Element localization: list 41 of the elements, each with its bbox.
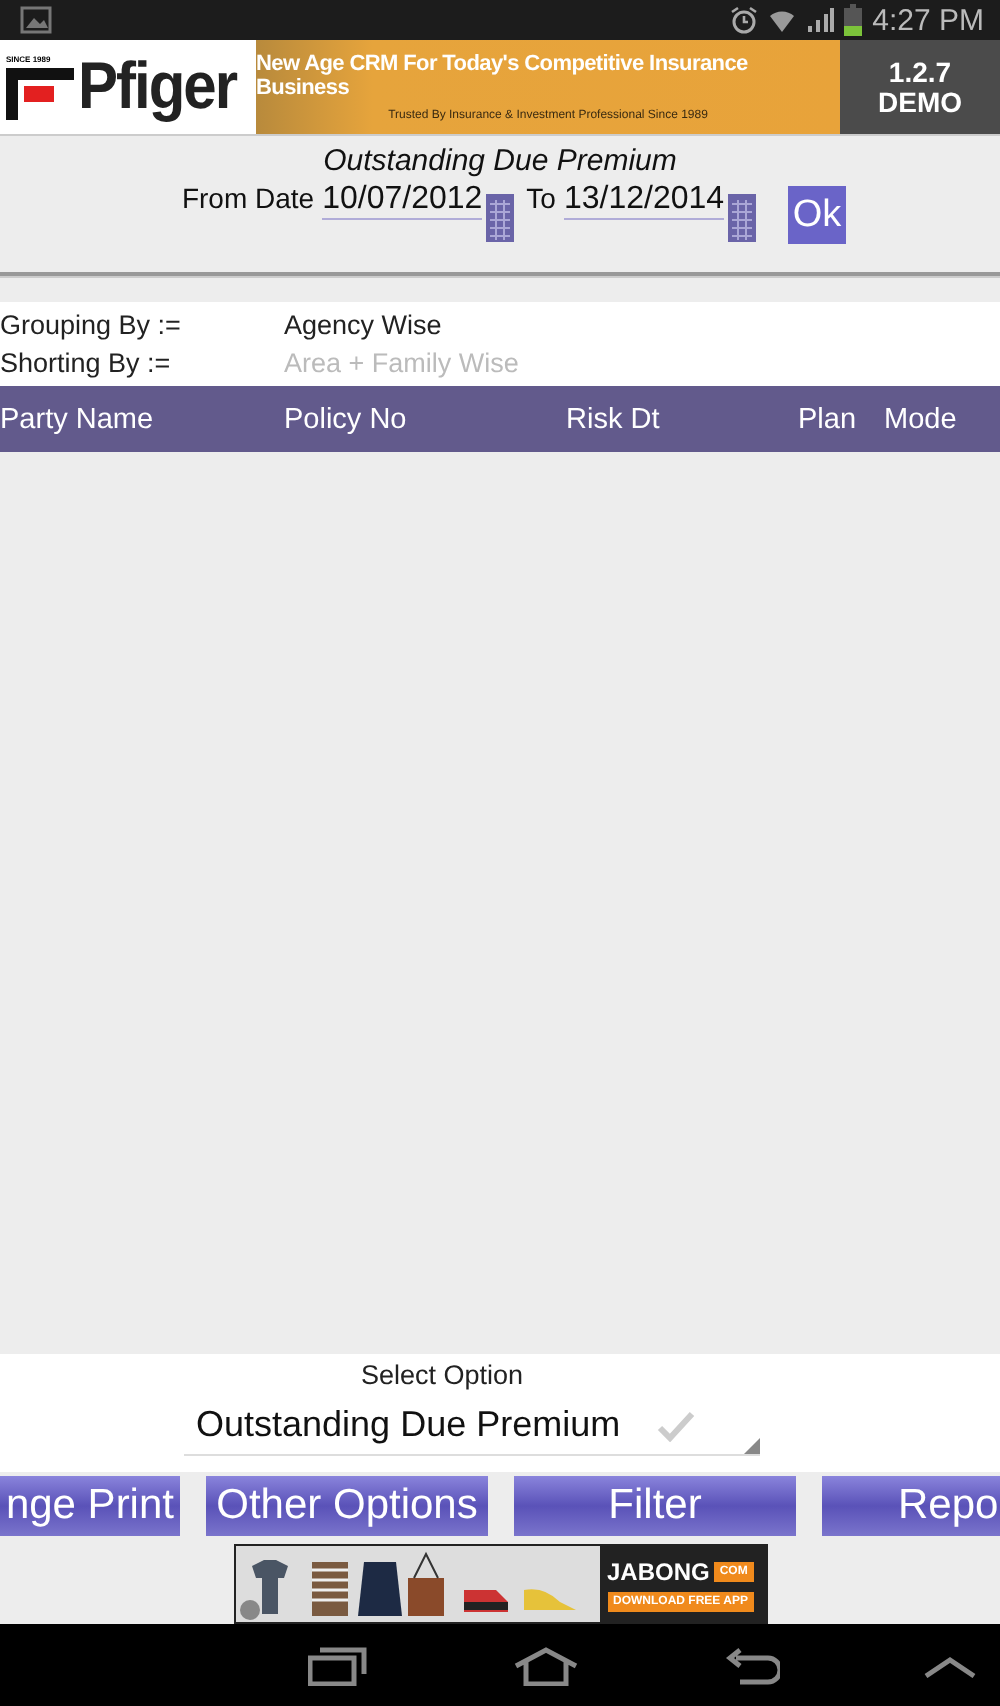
column-header: Party Name — [0, 403, 156, 435]
back-icon[interactable] — [724, 1645, 780, 1685]
battery-icon — [844, 4, 863, 36]
action-button[interactable]: nge Print — [0, 1476, 180, 1536]
corner-icon — [744, 1438, 760, 1454]
action-button[interactable]: Filter — [514, 1476, 796, 1536]
action-button[interactable]: Repo — [822, 1476, 1000, 1536]
column-header: Policy No — [284, 403, 409, 435]
to-date-field[interactable]: 13/12/2014 — [563, 182, 725, 220]
calendar-icon[interactable] — [486, 194, 515, 242]
column-header: Mode — [884, 403, 959, 435]
logo-text: Pfiger — [78, 49, 237, 125]
setting-value: Area + Family Wise — [284, 346, 519, 382]
home-icon[interactable] — [512, 1645, 580, 1685]
from-date-label: From Date — [181, 182, 315, 214]
clock-time: 4:27 PM — [872, 3, 984, 37]
banner-headline: New Age CRM For Today's Competitive Insurance Business — [256, 52, 750, 100]
signal-icon — [806, 6, 835, 34]
ok-button[interactable]: Ok — [788, 186, 847, 244]
wifi-icon — [768, 6, 797, 34]
image-icon — [20, 6, 52, 34]
chevron-up-icon[interactable] — [924, 1653, 976, 1677]
recent-apps-icon[interactable] — [308, 1645, 368, 1685]
column-header: Plan — [798, 403, 859, 435]
action-button[interactable]: Other Options — [206, 1476, 488, 1536]
logo-mark-icon — [6, 68, 74, 120]
setting-label: Shorting By := — [0, 346, 173, 382]
ad-brand: JABONG — [607, 1557, 710, 1585]
check-icon — [656, 1409, 697, 1441]
setting-value: Agency Wise — [284, 308, 442, 344]
select-label: Select Option — [360, 1360, 524, 1390]
from-date-field[interactable]: 10/07/2012 — [322, 182, 483, 220]
alarm-icon — [730, 6, 759, 34]
version-number: 1.2.7 — [888, 57, 952, 87]
version-edition: DEMO — [878, 87, 962, 117]
to-date-label: To — [526, 182, 556, 214]
option-dropdown[interactable]: Outstanding Due Premium — [184, 1404, 760, 1456]
setting-label: Grouping By := — [0, 308, 183, 344]
report-title: Outstanding Due Premium — [323, 144, 677, 178]
calendar-icon[interactable] — [728, 194, 757, 242]
column-header: Risk Dt — [566, 403, 662, 435]
